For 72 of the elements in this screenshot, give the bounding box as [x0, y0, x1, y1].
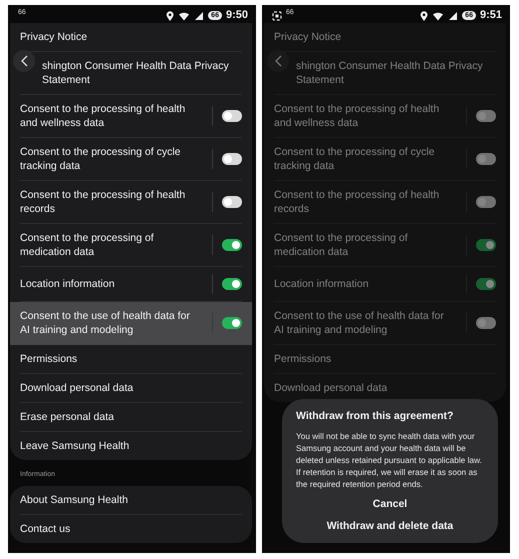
item-label: Consent to the processing of health records: [274, 188, 440, 216]
settings-item[interactable]: Erase personal data: [10, 403, 252, 432]
settings-item[interactable]: Permissions: [264, 345, 506, 374]
toggle-switch[interactable]: [222, 317, 242, 329]
settings-item[interactable]: Consent to the use of health data for AI training and modeling: [10, 302, 252, 345]
toggle-switch[interactable]: [222, 110, 242, 122]
signal-icon: [448, 10, 458, 20]
wifi-icon: [432, 10, 444, 20]
settings-item[interactable]: Consent to the processing of medication data: [10, 224, 252, 267]
settings-item[interactable]: Consent to the processing of cycle tracking data: [10, 138, 252, 181]
settings-item[interactable]: Consent to the processing of health and wellness data: [264, 95, 506, 138]
settings-item[interactable]: Contact us: [10, 514, 252, 542]
settings-item[interactable]: shington Consumer Health Data Privacy Statement: [264, 52, 506, 95]
item-label: Permissions: [274, 352, 332, 366]
toggle-switch[interactable]: [476, 196, 496, 208]
toggle-switch[interactable]: [476, 110, 496, 122]
settings-item[interactable]: Privacy Notice: [264, 23, 506, 52]
item-label: Download personal data: [274, 381, 388, 395]
dialog-message: You will not be able to sync health data with your Samsung account and your health data will be deleted unless retained pursuant to applicable law. If retention is required, we will erase it as soon as the required retention period ends.: [296, 430, 483, 490]
settings-item[interactable]: Location information: [264, 267, 506, 302]
item-label: Consent to the use of health data for AI training and modeling: [20, 309, 191, 337]
settings-item[interactable]: Permissions: [10, 345, 252, 374]
settings-item[interactable]: Privacy Notice: [10, 23, 252, 52]
dialog-button[interactable]: Cancel: [366, 494, 414, 516]
toggle-switch[interactable]: [222, 239, 242, 251]
item-label: Consent to the processing of medication data: [274, 231, 409, 259]
toggle-switch[interactable]: [222, 153, 242, 165]
item-label: shington Consumer Health Data Privacy Statement: [42, 59, 230, 87]
location-icon: [166, 10, 174, 20]
toggle-switch[interactable]: [222, 278, 242, 290]
item-label: About Samsung Health: [20, 492, 129, 506]
item-label: Permissions: [20, 352, 78, 366]
settings-item[interactable]: Consent to the use of health data for AI training and modeling: [264, 302, 506, 345]
item-label: Consent to the processing of medication data: [20, 231, 155, 259]
back-icon: [274, 55, 282, 67]
item-label: Consent to the processing of health records: [20, 188, 186, 216]
item-label: Consent to the processing of health and wellness data: [274, 102, 440, 130]
item-label: Consent to the use of health data for AI training and modeling: [274, 309, 445, 337]
toggle-switch[interactable]: [476, 239, 496, 251]
item-label: Contact us: [20, 522, 72, 536]
settings-item[interactable]: Consent to the processing of health records: [264, 181, 506, 224]
toggle-switch[interactable]: [476, 153, 496, 165]
settings-item[interactable]: Consent to the processing of health records: [10, 181, 252, 224]
item-label: Location information: [274, 277, 370, 291]
toggle-switch[interactable]: [476, 317, 496, 329]
item-label: Location information: [20, 277, 116, 291]
item-label: Privacy Notice: [20, 30, 88, 44]
signal-icon: [194, 10, 204, 20]
location-icon: [420, 10, 428, 20]
item-label: Privacy Notice: [274, 30, 342, 44]
item-label: Consent to the processing of health and wellness data: [20, 102, 186, 130]
settings-item[interactable]: Consent to the processing of health and wellness data: [10, 95, 252, 138]
dialog-title: Withdraw from this agreement?: [296, 409, 454, 424]
item-label: Leave Samsung Health: [20, 439, 130, 453]
item-label: Consent to the processing of cycle tracking data: [274, 145, 436, 173]
settings-item[interactable]: Consent to the processing of cycle tracking data: [264, 138, 506, 181]
dialog-button[interactable]: Withdraw and delete data: [320, 516, 460, 538]
settings-item[interactable]: About Samsung Health: [10, 486, 252, 514]
status-time: 9:50: [226, 8, 248, 24]
settings-item[interactable]: Consent to the processing of medication data: [264, 224, 506, 267]
toggle-switch[interactable]: [476, 278, 496, 290]
item-label: Erase personal data: [20, 410, 115, 424]
settings-item[interactable]: Leave Samsung Health: [10, 432, 252, 460]
toggle-switch[interactable]: [222, 196, 242, 208]
item-label: shington Consumer Health Data Privacy Statement: [296, 59, 484, 87]
item-label: Download personal data: [20, 381, 134, 395]
status-time: 9:51: [480, 8, 502, 24]
back-icon: [20, 55, 28, 67]
settings-item[interactable]: Download personal data: [10, 374, 252, 403]
item-label: Consent to the processing of cycle tracking data: [20, 145, 182, 173]
wifi-icon: [178, 10, 190, 20]
settings-item[interactable]: Download personal data: [264, 374, 506, 402]
